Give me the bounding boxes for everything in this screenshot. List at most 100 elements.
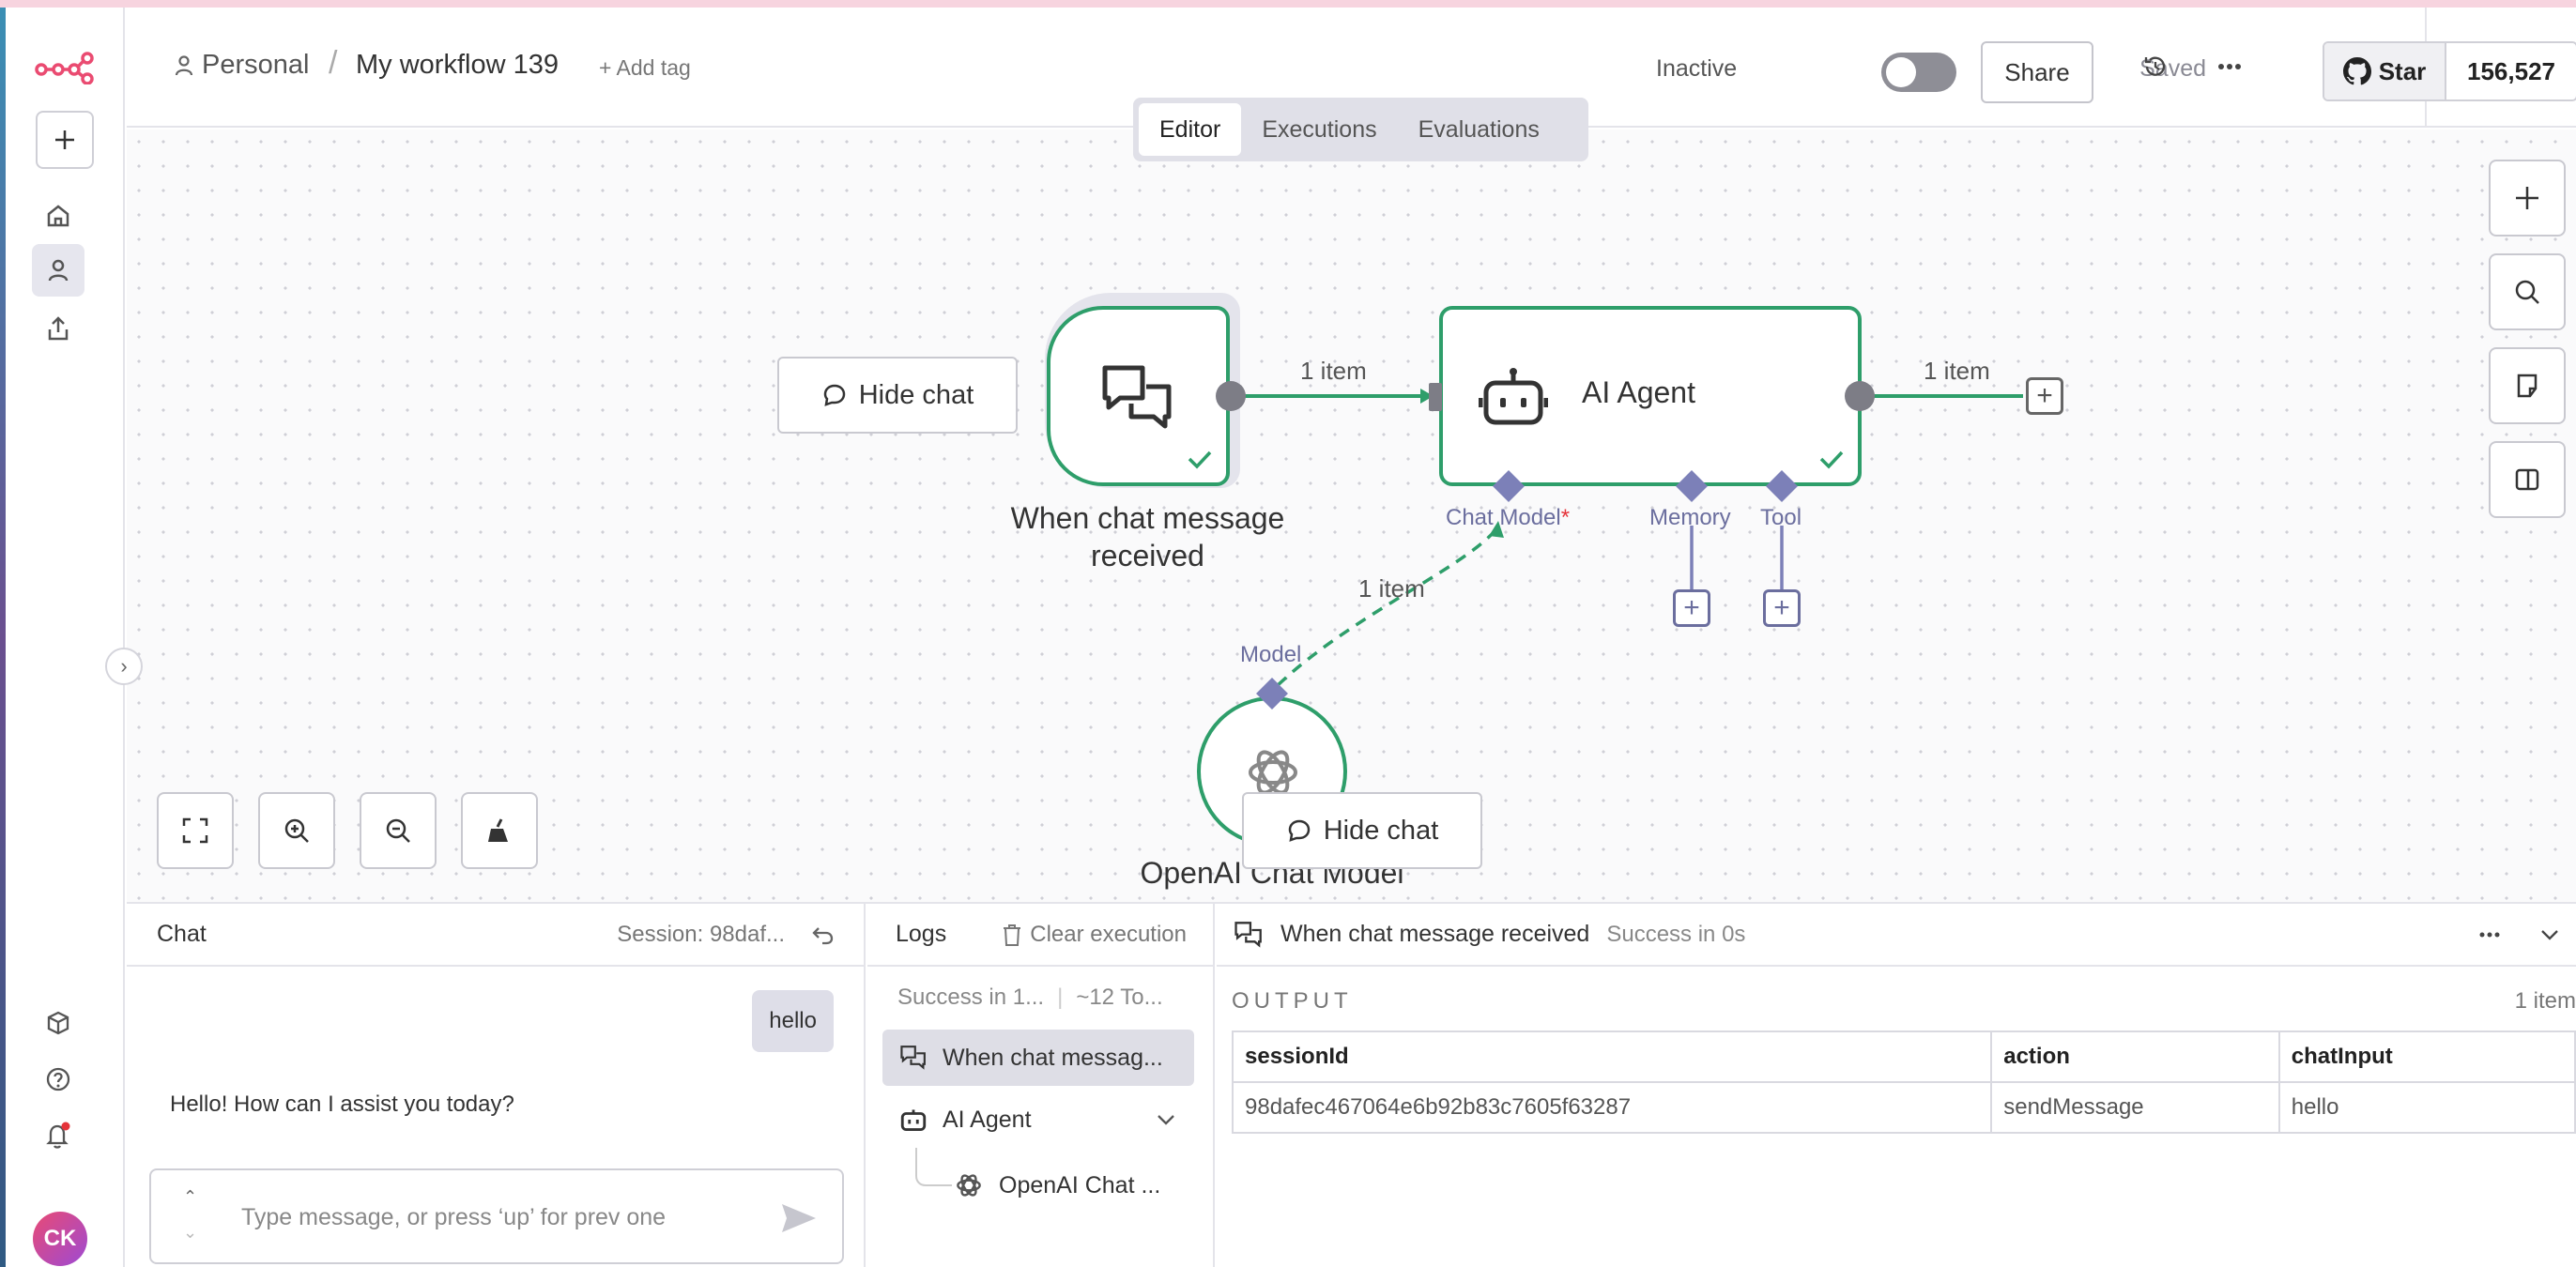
- hide-chat-label: Hide chat: [858, 379, 974, 410]
- hide-chat-button-overlay[interactable]: Hide chat: [1242, 792, 1482, 869]
- chat-bubble-icon: [1286, 817, 1312, 844]
- bottom-panel: Chat Session: 98daf... hello Hello! How …: [127, 902, 2576, 1267]
- templates-box-icon[interactable]: [32, 997, 84, 1049]
- hide-chat-label: Hide chat: [1323, 815, 1439, 846]
- memory-port-label: Memory: [1649, 505, 1731, 530]
- success-check-icon: [1187, 449, 1213, 469]
- ai-agent-node[interactable]: AI Agent: [1439, 306, 1862, 486]
- logs-pane: Logs Clear execution Success in 1... | ~…: [867, 904, 1215, 1267]
- n8n-logo[interactable]: [34, 51, 94, 84]
- chat-pane: Chat Session: 98daf... hello Hello! How …: [127, 904, 866, 1267]
- github-star-label: Star: [2378, 56, 2427, 85]
- trigger-output-handle[interactable]: [1216, 381, 1246, 411]
- help-icon[interactable]: [32, 1053, 84, 1106]
- log-item-chat-trigger[interactable]: When chat messag...: [882, 1030, 1194, 1086]
- ai-agent-title: AI Agent: [1582, 375, 1695, 409]
- user-avatar[interactable]: CK: [33, 1212, 87, 1266]
- table-header-row: sessionId action chatInput: [1231, 1030, 2576, 1083]
- reset-session-icon[interactable]: [811, 923, 836, 947]
- github-icon: [2342, 57, 2371, 85]
- collapse-chevron-down-icon[interactable]: [2540, 929, 2559, 940]
- hide-chat-button[interactable]: Hide chat: [777, 357, 1018, 434]
- column-header: chatInput: [2277, 1030, 2576, 1083]
- more-options-icon[interactable]: [2217, 62, 2242, 71]
- add-tool-button[interactable]: +: [1763, 589, 1801, 627]
- expand-sidebar-chevron-icon[interactable]: ›: [105, 648, 143, 685]
- chevron-down-icon[interactable]: [1157, 1114, 1175, 1125]
- agent-input-handle[interactable]: [1429, 383, 1442, 411]
- edge-item-count-label: 1 item: [1300, 357, 1367, 385]
- toggle-panel-icon[interactable]: [2489, 441, 2566, 518]
- table-row: 98dafec467064e6b92b83c7605f63287 sendMes…: [1231, 1081, 2576, 1134]
- zoom-out-icon[interactable]: [360, 792, 437, 869]
- output-heading: OUTPUT: [1232, 988, 1353, 1014]
- create-button[interactable]: [36, 111, 94, 169]
- chat-input-box[interactable]: ⌃ ⌄ Type message, or press ‘up’ for prev…: [149, 1168, 844, 1264]
- breadcrumb-project[interactable]: Personal: [202, 50, 309, 81]
- table-cell[interactable]: sendMessage: [1990, 1081, 2280, 1134]
- table-cell[interactable]: hello: [2277, 1081, 2576, 1134]
- main-sidebar: CK: [6, 8, 125, 1267]
- tab-editor[interactable]: Editor: [1139, 103, 1242, 156]
- github-star-button[interactable]: Star: [2324, 43, 2446, 99]
- send-message-icon[interactable]: [780, 1202, 818, 1234]
- chat-model-port-text: Chat Model: [1446, 505, 1561, 530]
- zoom-in-icon[interactable]: [258, 792, 335, 869]
- edge-item-count-label: 1 item: [1924, 357, 1990, 385]
- history-up-chevron-icon[interactable]: ⌃: [183, 1187, 197, 1207]
- connections-layer: [1227, 389, 2023, 691]
- chat-model-port-label: Chat Model*: [1446, 505, 1570, 531]
- clear-execution-button[interactable]: Clear execution: [1002, 922, 1187, 948]
- github-star-widget[interactable]: Star 156,527: [2323, 41, 2576, 101]
- log-item-openai-model[interactable]: OpenAI Chat ...: [954, 1159, 1160, 1212]
- tidy-up-broom-icon[interactable]: [461, 792, 538, 869]
- logs-summary-tokens: ~12 To...: [1076, 985, 1163, 1010]
- output-table: sessionId action chatInput 98dafec467064…: [1231, 1030, 2576, 1134]
- openai-logo-icon: [954, 1170, 984, 1200]
- summary-divider: |: [1057, 985, 1064, 1010]
- log-item-label: AI Agent: [943, 1106, 1032, 1133]
- share-upload-icon[interactable]: [32, 302, 84, 355]
- zoom-to-fit-icon[interactable]: [157, 792, 234, 869]
- breadcrumb-separator: /: [329, 45, 338, 81]
- workflow-name[interactable]: My workflow 139: [356, 50, 559, 81]
- logs-summary-status: Success in 1...: [897, 985, 1045, 1010]
- tab-evaluations[interactable]: Evaluations: [1398, 103, 1560, 156]
- add-tag-link[interactable]: + Add tag: [599, 55, 691, 81]
- chat-message-input[interactable]: Type message, or press ‘up’ for prev one: [241, 1204, 666, 1231]
- saved-status: Saved: [2139, 55, 2206, 82]
- trigger-node-chat-message[interactable]: [1047, 306, 1230, 486]
- search-icon[interactable]: [2489, 253, 2566, 330]
- edge-item-count-label: 1 item: [1358, 574, 1425, 603]
- table-cell[interactable]: 98dafec467064e6b92b83c7605f63287: [1231, 1081, 1993, 1134]
- log-item-label: When chat messag...: [943, 1044, 1163, 1071]
- tab-executions[interactable]: Executions: [1241, 103, 1397, 156]
- agent-output-handle[interactable]: [1845, 381, 1875, 411]
- chat-bubble-icon: [821, 382, 848, 408]
- history-down-chevron-icon[interactable]: ⌄: [183, 1223, 197, 1243]
- log-item-ai-agent[interactable]: AI Agent: [882, 1091, 1194, 1148]
- personal-user-icon[interactable]: [32, 244, 84, 297]
- trigger-node-label: When chat message received: [1010, 501, 1285, 572]
- column-header: action: [1990, 1030, 2280, 1083]
- sticky-note-icon[interactable]: [2489, 347, 2566, 424]
- history-icon[interactable]: [2141, 53, 2170, 81]
- required-asterisk: *: [1560, 505, 1571, 530]
- output-pane: When chat message received Success in 0s…: [1217, 904, 2576, 1267]
- add-node-after-agent-button[interactable]: +: [2026, 377, 2063, 415]
- active-toggle[interactable]: [1881, 53, 1956, 92]
- output-header: When chat message received Success in 0s: [1217, 904, 2576, 967]
- home-icon[interactable]: [32, 190, 84, 242]
- logs-title: Logs: [896, 921, 947, 947]
- notifications-bell-icon[interactable]: [32, 1109, 84, 1162]
- model-port-label: Model: [1240, 642, 1302, 667]
- user-message-bubble: hello: [752, 990, 834, 1052]
- add-memory-button[interactable]: +: [1673, 589, 1710, 627]
- workflow-canvas[interactable]: Hide chat When chat message received 1 i…: [127, 130, 2576, 902]
- add-node-plus-icon[interactable]: [2489, 160, 2566, 237]
- robot-icon: [1479, 366, 1548, 430]
- output-status: Success in 0s: [1606, 921, 1746, 947]
- more-options-icon[interactable]: [2478, 931, 2501, 939]
- clear-execution-label: Clear execution: [1030, 921, 1187, 947]
- chat-session-id[interactable]: Session: 98daf...: [617, 922, 785, 948]
